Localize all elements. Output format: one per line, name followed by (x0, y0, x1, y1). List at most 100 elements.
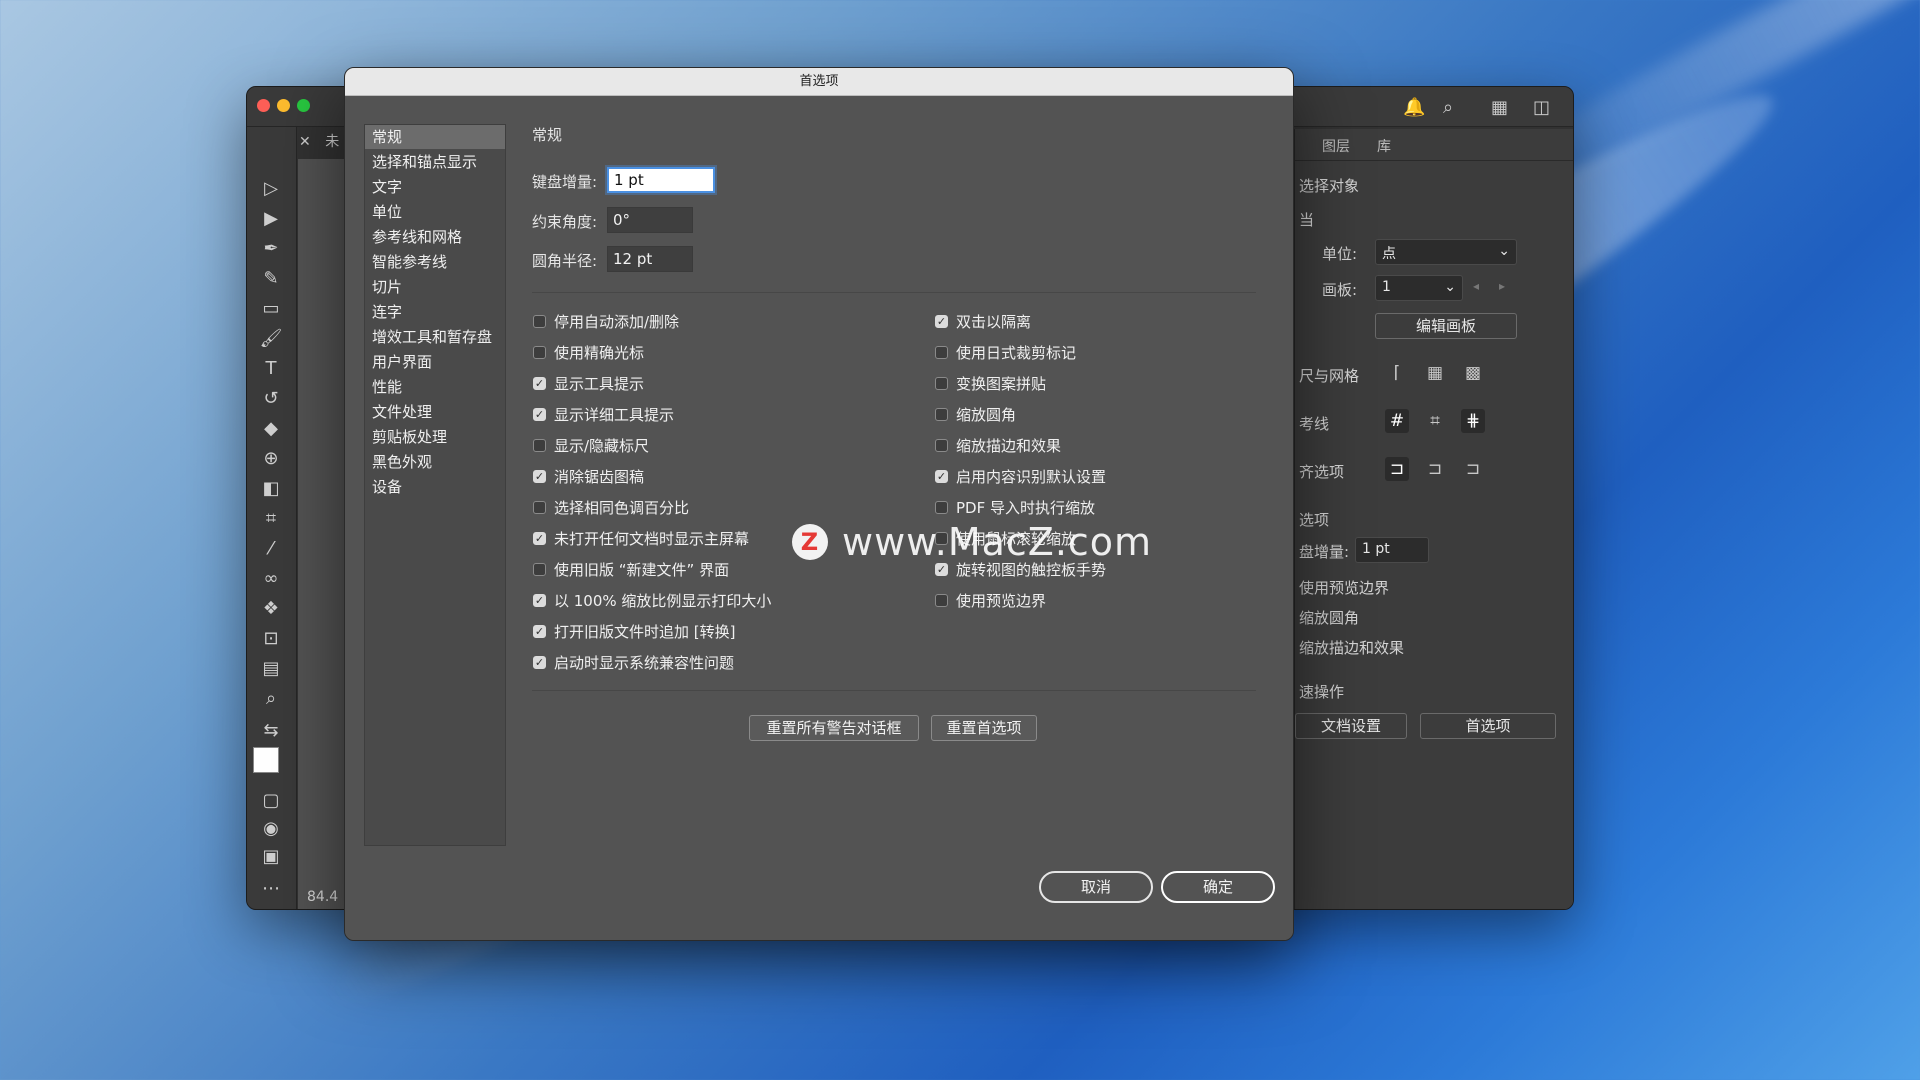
constrain-angle-input[interactable] (607, 207, 693, 233)
checkbox-box[interactable]: ✓ (935, 314, 948, 328)
category-slices[interactable]: 切片 (365, 275, 505, 299)
symbol-sprayer-tool-icon[interactable]: ❖ (259, 597, 283, 621)
zoom-readout[interactable]: 84.4 (307, 889, 338, 905)
checkbox-box[interactable]: ✓ (935, 469, 948, 483)
checkbox-show-compat-issues[interactable]: ✓ 启动时显示系统兼容性问题 (533, 651, 734, 673)
window-minimize-button[interactable] (277, 99, 290, 112)
checkbox-print-size-100[interactable]: ✓ 以 100% 缩放比例显示打印大小 (533, 589, 771, 611)
grid-icon[interactable]: ▦ (1423, 361, 1447, 385)
workspace-layout-icon[interactable]: ▦ (1491, 97, 1508, 118)
more-tools-icon[interactable]: ⋯ (259, 877, 283, 901)
screen-mode-icon[interactable]: ▣ (259, 845, 283, 869)
window-close-button[interactable] (257, 99, 270, 112)
checkbox-box[interactable]: ✓ (533, 531, 546, 545)
document-setup-button[interactable]: 文档设置 (1295, 713, 1407, 739)
checkbox-rich-tooltips[interactable]: ✓ 显示详细工具提示 (533, 403, 674, 425)
scale-corners-checkbox[interactable]: 缩放圆角 (1299, 607, 1359, 628)
reset-preferences-button[interactable]: 重置首选项 (931, 715, 1037, 741)
scale-strokes-checkbox[interactable]: 缩放描边和效果 (1299, 637, 1404, 658)
checkbox-preview-bounds[interactable]: 使用预览边界 (935, 589, 1046, 611)
document-tab[interactable]: ✕ 未 (299, 131, 339, 157)
checkbox-double-click-isolate[interactable]: ✓ 双击以隔离 (935, 310, 1031, 332)
bell-icon[interactable]: 🔔 (1403, 97, 1425, 118)
smart-guides-icon[interactable]: ⋕ (1461, 409, 1485, 433)
artboard-prev-icon[interactable]: ◂ (1473, 279, 1479, 293)
artboard-select[interactable]: 1 ⌄ (1375, 275, 1463, 301)
category-black-appearance[interactable]: 黑色外观 (365, 450, 505, 474)
reset-warnings-button[interactable]: 重置所有警告对话框 (749, 715, 919, 741)
checkbox-box[interactable] (533, 438, 546, 452)
eyedropper-tool-icon[interactable]: ⁄ (259, 537, 283, 561)
snap-to-pixel-icon[interactable]: ⊐ (1423, 457, 1447, 481)
rectangle-tool-icon[interactable]: ▭ (259, 297, 283, 321)
pen-tool-icon[interactable]: ✒ (259, 237, 283, 261)
checkbox-box[interactable] (533, 345, 546, 359)
eraser-tool-icon[interactable]: ◆ (259, 417, 283, 441)
category-performance[interactable]: 性能 (365, 375, 505, 399)
checkbox-japanese-crop-marks[interactable]: 使用日式裁剪标记 (935, 341, 1076, 363)
zoom-tool-icon[interactable]: ⌕ (259, 687, 283, 711)
checkbox-scale-pdf-import[interactable]: PDF 导入时执行缩放 (935, 496, 1095, 518)
checkbox-box[interactable] (935, 438, 948, 452)
rotate-tool-icon[interactable]: ↺ (259, 387, 283, 411)
checkbox-box[interactable]: ✓ (533, 407, 546, 421)
window-zoom-button[interactable] (297, 99, 310, 112)
fill-stroke-swap-icon[interactable]: ⇆ (259, 719, 283, 743)
category-plugins-scratch[interactable]: 增效工具和暂存盘 (365, 325, 505, 349)
category-devices[interactable]: 设备 (365, 475, 505, 499)
checkbox-box[interactable]: ✓ (533, 376, 546, 390)
category-smart-guides[interactable]: 智能参考线 (365, 250, 505, 274)
keyboard-increment-input[interactable]: 1 pt (1355, 537, 1429, 563)
checkbox-scale-strokes-effects[interactable]: 缩放描边和效果 (935, 434, 1061, 456)
category-clipboard[interactable]: 剪贴板处理 (365, 425, 505, 449)
transparency-grid-icon[interactable]: ▩ (1461, 361, 1485, 385)
checkbox-show-hide-rulers[interactable]: 显示/隐藏标尺 (533, 434, 649, 456)
artboard-next-icon[interactable]: ▸ (1499, 279, 1505, 293)
checkbox-box[interactable]: ✓ (533, 655, 546, 669)
category-user-interface[interactable]: 用户界面 (365, 350, 505, 374)
mesh-tool-icon[interactable]: ⌗ (259, 507, 283, 531)
checkbox-box[interactable] (935, 500, 948, 514)
checkbox-show-tooltips[interactable]: ✓ 显示工具提示 (533, 372, 644, 394)
checkbox-box[interactable] (935, 376, 948, 390)
category-selection-anchor[interactable]: 选择和锚点显示 (365, 150, 505, 174)
checkbox-box[interactable] (935, 407, 948, 421)
category-guides-grid[interactable]: 参考线和网格 (365, 225, 505, 249)
category-general[interactable]: 常规 (365, 125, 505, 149)
ok-button[interactable]: 确定 (1161, 871, 1275, 903)
blend-tool-icon[interactable]: ∞ (259, 567, 283, 591)
lock-guides-icon[interactable]: ⌗ (1423, 409, 1447, 433)
checkbox-content-aware-defaults[interactable]: ✓ 启用内容识别默认设置 (935, 465, 1106, 487)
checkbox-box[interactable] (935, 345, 948, 359)
panel-toggle-icon[interactable]: ◫ (1533, 97, 1550, 118)
checkbox-box[interactable] (533, 500, 546, 514)
edit-artboard-button[interactable]: 编辑画板 (1375, 313, 1517, 339)
selection-tool-icon[interactable]: ▷ (259, 177, 283, 201)
curvature-tool-icon[interactable]: ✎ (259, 267, 283, 291)
category-units[interactable]: 单位 (365, 200, 505, 224)
checkbox-box[interactable] (533, 562, 546, 576)
snap-to-glyph-icon[interactable]: ⊐ (1461, 457, 1485, 481)
preview-bounds-checkbox[interactable]: 使用预览边界 (1299, 577, 1389, 598)
checkbox-disable-auto-add-delete[interactable]: 停用自动添加/删除 (533, 310, 679, 332)
direct-selection-tool-icon[interactable]: ▶ (259, 207, 283, 231)
cancel-button[interactable]: 取消 (1039, 871, 1153, 903)
category-hyphenation[interactable]: 连字 (365, 300, 505, 324)
checkbox-box[interactable]: ✓ (533, 469, 546, 483)
ruler-icon[interactable]: ⌈ (1385, 361, 1409, 385)
type-tool-icon[interactable]: T (259, 357, 283, 381)
preferences-button[interactable]: 首选项 (1420, 713, 1556, 739)
gradient-tool-icon[interactable]: ◧ (259, 477, 283, 501)
color-mode-icon[interactable]: ▢ (259, 789, 283, 813)
checkbox-box[interactable] (533, 314, 546, 328)
category-file-handling[interactable]: 文件处理 (365, 400, 505, 424)
shape-builder-tool-icon[interactable]: ⊕ (259, 447, 283, 471)
draw-mode-icon[interactable]: ◉ (259, 817, 283, 841)
checkbox-append-converted[interactable]: ✓ 打开旧版文件时追加 [转换] (533, 620, 735, 642)
snap-to-point-icon[interactable]: ⊐ (1385, 457, 1409, 481)
tab-layers[interactable]: 图层 (1322, 136, 1350, 156)
paintbrush-tool-icon[interactable]: 🖌 (259, 327, 283, 351)
artboard-tool-icon[interactable]: ⊡ (259, 627, 283, 651)
checkbox-legacy-new-file[interactable]: 使用旧版 “新建文件” 界面 (533, 558, 729, 580)
checkbox-precise-cursors[interactable]: 使用精确光标 (533, 341, 644, 363)
